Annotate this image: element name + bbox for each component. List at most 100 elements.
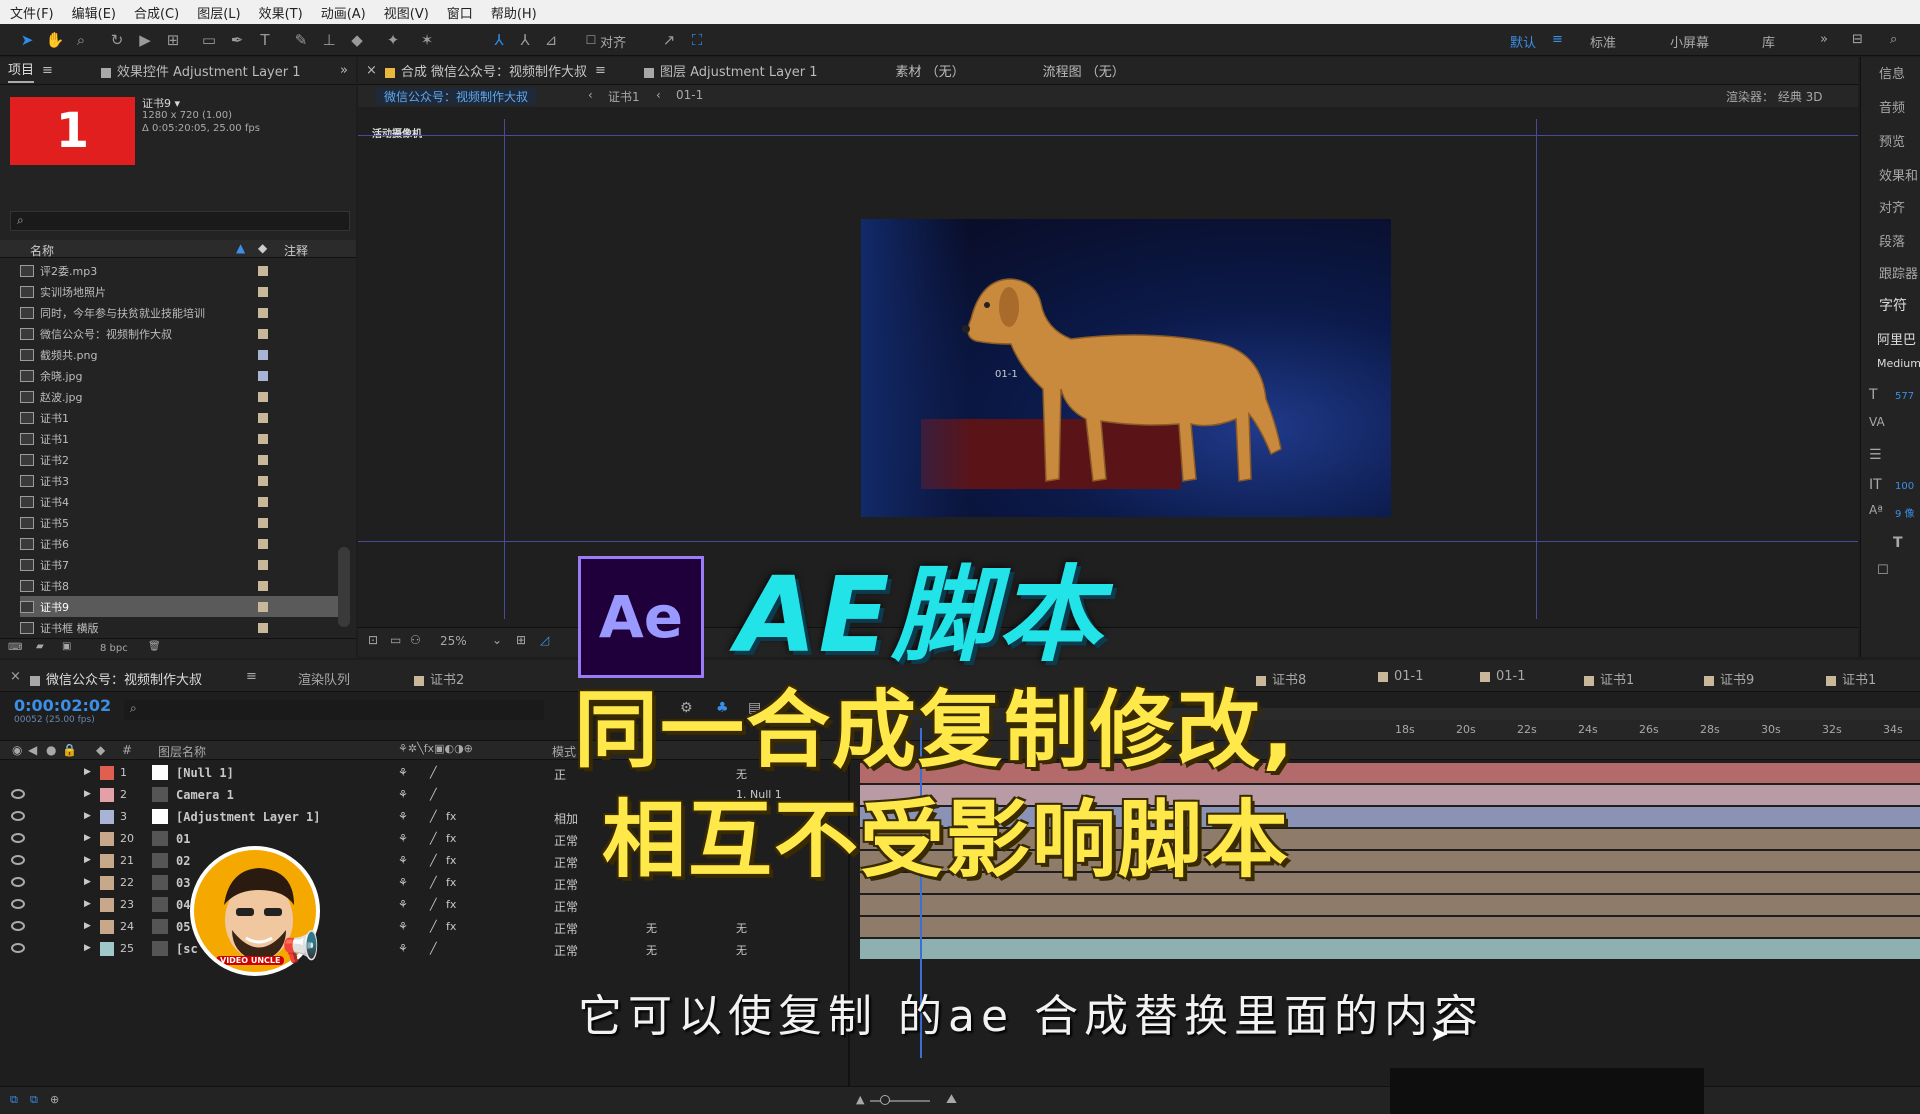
layer-name[interactable]: [Adjustment Layer 1]: [176, 810, 321, 824]
breadcrumb-comp-main[interactable]: 微信公众号：视频制作大叔: [376, 88, 537, 105]
font-style-select[interactable]: Medium: [1877, 357, 1920, 370]
quality-switch-icon[interactable]: ╱: [430, 942, 437, 955]
project-scrollbar[interactable]: [338, 547, 350, 627]
panel-info[interactable]: 信息: [1879, 63, 1905, 82]
fit-icon[interactable]: ⊞: [516, 633, 526, 647]
font-size-value[interactable]: 577: [1895, 391, 1914, 402]
layer-row[interactable]: ▶ 24 05 ⚘ ╱ fx 正常 无 无: [0, 916, 1920, 938]
panel-character[interactable]: 字符: [1879, 295, 1907, 315]
display-icon[interactable]: ▭: [390, 633, 401, 647]
panel-tracker[interactable]: 跟踪器: [1879, 263, 1918, 282]
hand-tool-icon[interactable]: ✋: [44, 30, 66, 50]
shy-switch-icon[interactable]: ⚘: [398, 920, 408, 933]
label-color-swatch[interactable]: [100, 920, 114, 934]
baseline-value[interactable]: 9 像: [1895, 505, 1915, 520]
label-color-swatch[interactable]: [258, 328, 268, 339]
expand-arrow-icon[interactable]: ▶: [84, 833, 91, 843]
blend-mode-select[interactable]: 相加: [554, 810, 578, 827]
zoom-out-icon[interactable]: ▲: [856, 1093, 864, 1106]
axis-view-icon[interactable]: ⊿: [540, 30, 562, 50]
toggle-stretch-icon[interactable]: ⊕: [50, 1093, 59, 1106]
eraser-tool-icon[interactable]: ◆: [346, 30, 368, 50]
label-color-swatch[interactable]: [258, 286, 268, 297]
pan-behind-tool-icon[interactable]: ⊞: [162, 30, 184, 50]
project-item[interactable]: 证书4: [20, 491, 350, 512]
label-color-swatch[interactable]: [100, 898, 114, 912]
layer-name[interactable]: 05: [176, 920, 190, 934]
visibility-eye-icon[interactable]: [11, 811, 25, 821]
tab-cert2[interactable]: 证书2: [414, 669, 464, 688]
selection-tool-icon[interactable]: ➤: [16, 30, 38, 50]
ligature-checkbox[interactable]: ☐: [1877, 563, 1889, 578]
fx-switch-icon[interactable]: fx: [446, 876, 456, 889]
axis-world-icon[interactable]: ⅄: [514, 30, 536, 50]
track-matte-select[interactable]: 无: [646, 920, 657, 936]
label-color-swatch[interactable]: [258, 454, 268, 465]
comp-tab-menu-icon[interactable]: ≡: [595, 63, 606, 78]
project-item[interactable]: 证书框 横版: [20, 617, 350, 638]
menu-file[interactable]: 文件(F): [8, 3, 56, 22]
label-color-swatch[interactable]: [100, 876, 114, 890]
project-item[interactable]: 证书6: [20, 533, 350, 554]
chevron-down-icon[interactable]: ⌄: [492, 633, 502, 647]
tab-effect-controls[interactable]: 效果控件 Adjustment Layer 1: [100, 61, 300, 80]
tab-footage[interactable]: 素材 （无）: [896, 61, 965, 80]
project-item[interactable]: 余晓.jpg: [20, 365, 350, 386]
visibility-eye-icon[interactable]: [11, 855, 25, 865]
visibility-eye-icon[interactable]: [11, 899, 25, 909]
parent-select[interactable]: 无: [736, 942, 747, 958]
current-timecode[interactable]: 0:00:02:02: [14, 696, 111, 715]
parent-select[interactable]: 无: [736, 920, 747, 936]
snap-options-icon[interactable]: ⛶: [686, 30, 708, 50]
layer-name[interactable]: [sc: [176, 942, 198, 956]
sort-ascending-icon[interactable]: ▲: [236, 241, 245, 255]
blend-mode-select[interactable]: 正常: [554, 854, 578, 871]
shy-switch-icon[interactable]: ⚘: [398, 854, 408, 867]
comp-name[interactable]: 证书9 ▾: [142, 95, 180, 111]
tab-layer[interactable]: 图层 Adjustment Layer 1: [643, 61, 818, 80]
new-folder-icon[interactable]: ▰: [36, 641, 44, 652]
layer-duration-bar[interactable]: [860, 895, 1920, 915]
label-color-swatch[interactable]: [258, 517, 268, 528]
zoom-in-icon[interactable]: ⛰: [946, 1092, 957, 1107]
solo-switch-icon[interactable]: ●: [46, 743, 56, 757]
label-color-swatch[interactable]: [100, 788, 114, 802]
expand-arrow-icon[interactable]: ▶: [84, 855, 91, 865]
expand-arrow-icon[interactable]: ▶: [84, 943, 91, 953]
delete-icon[interactable]: 🗑: [148, 641, 161, 652]
snap-icon[interactable]: ↗: [658, 30, 680, 50]
label-color-swatch[interactable]: [258, 496, 268, 507]
zoom-tool-icon[interactable]: ⌕: [70, 30, 92, 50]
menu-animation[interactable]: 动画(A): [319, 3, 368, 22]
rotate-tool-icon[interactable]: ↻: [106, 30, 128, 50]
timeline-tab-main[interactable]: 微信公众号：视频制作大叔: [30, 669, 202, 688]
layer-name[interactable]: 04: [176, 898, 190, 912]
visibility-eye-icon[interactable]: [11, 921, 25, 931]
label-color-swatch[interactable]: [258, 538, 268, 549]
panel-preview[interactable]: 预览: [1879, 131, 1905, 150]
panel-audio[interactable]: 音频: [1879, 97, 1905, 116]
menu-composition[interactable]: 合成(C): [132, 3, 181, 22]
expand-arrow-icon[interactable]: ▶: [84, 921, 91, 931]
project-item[interactable]: 证书3: [20, 470, 350, 491]
shy-switch-icon[interactable]: ⚘: [398, 942, 408, 955]
blend-mode-select[interactable]: 正常: [554, 832, 578, 849]
project-item[interactable]: 赵波.jpg: [20, 386, 350, 407]
workspace-menu-icon[interactable]: ≡: [1552, 32, 1563, 47]
tab-sub-a[interactable]: 01-1: [1378, 669, 1424, 684]
visibility-eye-icon[interactable]: [11, 789, 25, 799]
quality-switch-icon[interactable]: ╱: [430, 876, 437, 889]
panel-align[interactable]: 对齐: [1879, 197, 1905, 216]
layer-row[interactable]: ▶ 25 [sc ⚘ ╱ 正常 无 无: [0, 938, 1920, 960]
timeline-search-input[interactable]: ⌕: [124, 700, 544, 720]
blend-mode-select[interactable]: 正: [554, 766, 566, 783]
shy-switch-icon[interactable]: ⚘: [398, 810, 408, 823]
quality-switch-icon[interactable]: ╱: [430, 920, 437, 933]
expand-arrow-icon[interactable]: ▶: [84, 767, 91, 777]
video-switch-icon[interactable]: ◉: [12, 743, 22, 757]
label-color-swatch[interactable]: [258, 307, 268, 318]
pen-tool-icon[interactable]: ✒: [226, 30, 248, 50]
bit-depth-label[interactable]: 8 bpc: [100, 643, 128, 654]
layer-row[interactable]: ▶ 23 04 ⚘ ╱ fx 正常: [0, 894, 1920, 916]
column-comment[interactable]: 注释: [284, 242, 308, 259]
